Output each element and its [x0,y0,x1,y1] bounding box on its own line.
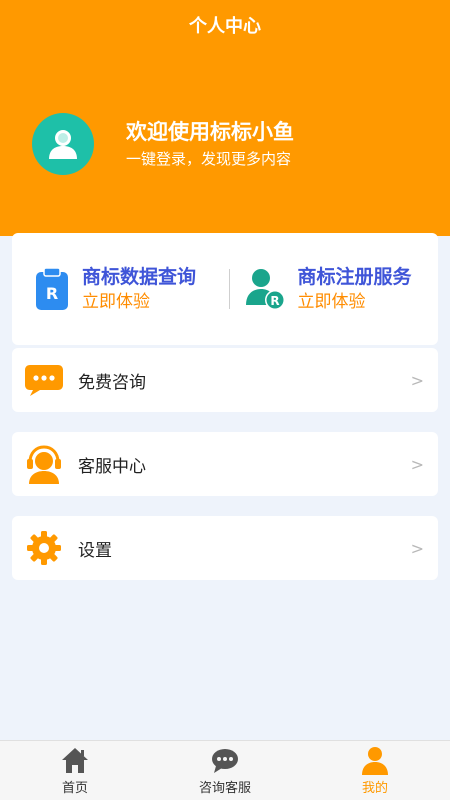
menu-item-settings[interactable]: 设置 > [12,516,438,580]
tab-label: 首页 [61,781,88,796]
tab-consult[interactable]: 咨询客服 [150,741,300,800]
service-trademark-query[interactable]: R 商标数据查询 立即体验 [12,264,229,314]
avatar[interactable] [32,113,94,175]
svg-text:R: R [46,284,58,303]
services-card: R 商标数据查询 立即体验 R 商标注册服务 立即体验 [12,233,438,345]
svg-text:R: R [270,294,279,308]
home-icon [62,748,88,773]
user-avatar-icon [49,130,77,159]
login-prompt[interactable]: 一键登录，发现更多内容 [126,148,294,170]
menu-label: 免费咨询 [78,372,146,393]
menu-label: 客服中心 [78,456,146,477]
profile-section[interactable]: 欢迎使用标标小鱼 一键登录，发现更多内容 [32,112,432,176]
welcome-text[interactable]: 欢迎使用标标小鱼 [126,118,294,146]
service-trademark-register[interactable]: R 商标注册服务 立即体验 [230,264,439,314]
chat-icon [212,749,238,773]
menu-label: 设置 [78,540,112,561]
try-now-link[interactable]: 立即体验 [298,290,412,314]
tab-label: 我的 [361,781,388,796]
chevron-right-icon: > [410,370,424,390]
try-now-link[interactable]: 立即体验 [82,290,196,314]
bottom-tab-bar: 首页 咨询客服 我的 [0,740,450,800]
page-title: 个人中心 [189,16,261,37]
tab-label: 咨询客服 [198,781,251,796]
user-icon [362,747,388,775]
service-title: 商标注册服务 [297,266,412,288]
headset-icon [24,444,64,484]
tab-mine[interactable]: 我的 [300,741,450,800]
chat-bubble-icon [24,360,64,400]
chevron-right-icon: > [410,454,424,474]
trademark-register-icon: R [245,269,285,310]
menu-item-free-consult[interactable]: 免费咨询 > [12,348,438,412]
gear-icon [24,528,64,568]
service-title: 商标数据查询 [82,266,197,288]
trademark-query-icon: R [36,267,68,310]
tab-home[interactable]: 首页 [0,741,150,800]
menu-item-service-center[interactable]: 客服中心 > [12,432,438,496]
chevron-right-icon: > [410,538,424,558]
